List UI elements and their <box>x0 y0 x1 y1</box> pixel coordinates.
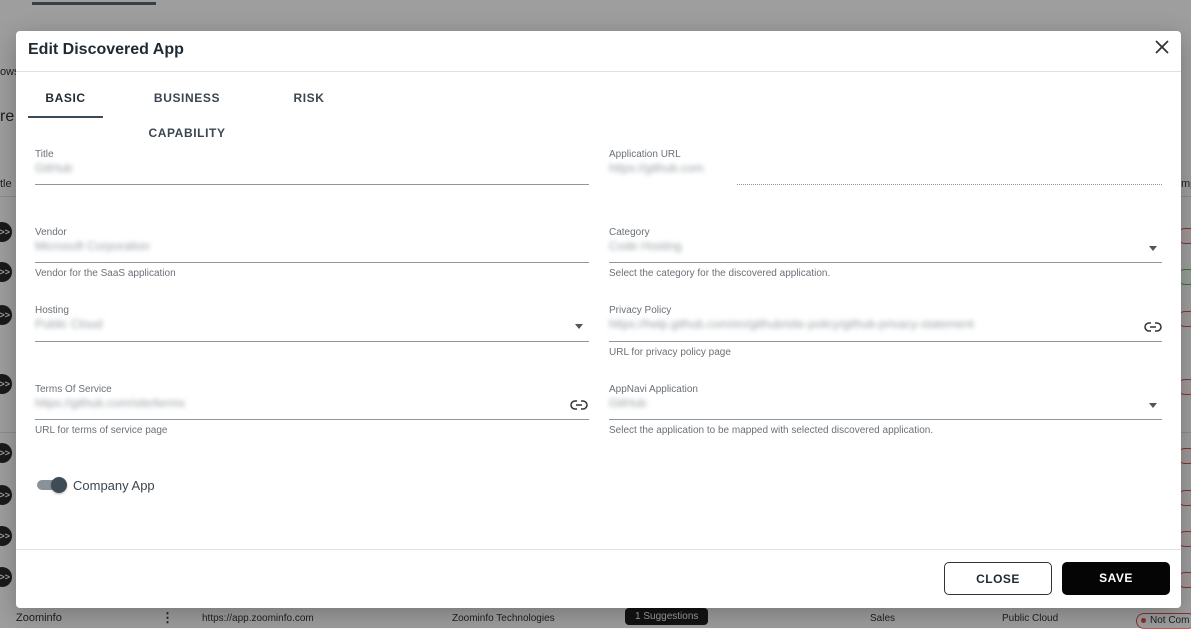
terms-of-service-value[interactable]: https://github.com/site/terms <box>35 396 185 410</box>
header-divider <box>16 71 1181 72</box>
privacy-policy-helper-text: URL for privacy policy page <box>609 347 731 358</box>
privacy-policy-value[interactable]: https://help.github.com/en/github/site-p… <box>609 317 974 331</box>
category-value[interactable]: Code Hosting <box>609 239 682 253</box>
privacy-policy-field[interactable]: Privacy Policy https://help.github.com/e… <box>609 305 1162 358</box>
vendor-value[interactable]: Microsoft Corporation <box>35 239 150 253</box>
link-icon[interactable] <box>1144 321 1162 333</box>
title-value[interactable]: GitHub <box>35 161 72 175</box>
appnavi-application-value[interactable]: GitHub <box>609 396 646 410</box>
title-label: Title <box>35 149 54 160</box>
terms-of-service-label: Terms Of Service <box>35 384 112 395</box>
appnavi-application-helper-text: Select the application to be mapped with… <box>609 425 934 436</box>
chevron-down-icon[interactable] <box>1149 403 1157 408</box>
link-icon[interactable] <box>570 399 588 411</box>
terms-of-service-helper-text: URL for terms of service page <box>35 425 168 436</box>
edit-discovered-app-dialog: Edit Discovered App BASIC BUSINESS CAPAB… <box>16 31 1181 608</box>
vendor-helper-text: Vendor for the SaaS application <box>35 268 176 279</box>
terms-of-service-underline <box>35 419 589 420</box>
company-app-toggle[interactable] <box>35 477 67 493</box>
appnavi-application-underline <box>609 419 1162 420</box>
vendor-label: Vendor <box>35 227 67 238</box>
chevron-down-icon[interactable] <box>575 324 583 329</box>
category-label: Category <box>609 227 650 238</box>
hosting-underline <box>35 341 589 342</box>
vendor-field[interactable]: Vendor Microsoft Corporation Vendor for … <box>35 227 589 279</box>
save-button[interactable]: SAVE <box>1062 562 1170 595</box>
category-helper-text: Select the category for the discovered a… <box>609 268 831 279</box>
tab-business-capability[interactable]: BUSINESS CAPABILITY <box>114 81 260 140</box>
privacy-policy-label: Privacy Policy <box>609 305 672 316</box>
hosting-select[interactable]: Hosting Public Cloud <box>35 305 589 345</box>
title-underline <box>35 184 589 185</box>
appnavi-application-label: AppNavi Application <box>609 384 698 395</box>
toggle-knob <box>51 477 67 493</box>
category-underline <box>609 262 1162 263</box>
vendor-underline <box>35 262 589 263</box>
category-select[interactable]: Category Code Hosting Select the categor… <box>609 227 1162 279</box>
application-url-value[interactable]: https://github.com <box>609 161 704 175</box>
chevron-down-icon[interactable] <box>1149 246 1157 251</box>
application-url-underline <box>737 184 1162 185</box>
close-icon[interactable] <box>1153 38 1171 56</box>
privacy-policy-underline <box>609 341 1162 342</box>
dialog-title: Edit Discovered App <box>28 41 184 58</box>
application-url-field[interactable]: Application URL https://github.com <box>609 149 1162 189</box>
tab-risk[interactable]: RISK <box>292 81 326 116</box>
hosting-value[interactable]: Public Cloud <box>35 317 102 331</box>
tab-basic[interactable]: BASIC <box>28 81 103 118</box>
appnavi-application-select[interactable]: AppNavi Application GitHub Select the ap… <box>609 384 1162 436</box>
close-button[interactable]: CLOSE <box>944 562 1052 595</box>
hosting-label: Hosting <box>35 305 69 316</box>
title-field[interactable]: Title GitHub <box>35 149 589 189</box>
terms-of-service-field[interactable]: Terms Of Service https://github.com/site… <box>35 384 589 436</box>
application-url-label: Application URL <box>609 149 681 160</box>
company-app-label: Company App <box>73 478 155 493</box>
footer-divider <box>16 549 1181 550</box>
